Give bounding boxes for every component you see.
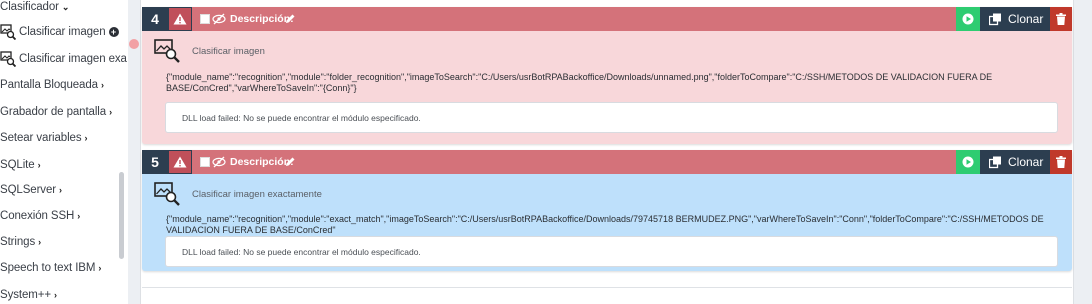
delete-button[interactable]: [1050, 150, 1072, 174]
sidebar-item-sqlite[interactable]: SQLite ›: [0, 155, 41, 175]
trash-icon: [1056, 13, 1066, 25]
sidebar-item-label: Strings: [0, 236, 36, 248]
pencil-icon[interactable]: [285, 13, 296, 24]
clone-icon: [989, 156, 1001, 169]
delete-button[interactable]: [1050, 7, 1072, 31]
main-panel: 4 Descripción: Clonar Clasificar imagen …: [140, 0, 1074, 304]
code-text: {"module_name":"recognition","module":"e…: [166, 214, 1044, 235]
trash-icon: [1056, 156, 1066, 168]
image-search-icon: [0, 51, 16, 67]
clone-icon: [989, 13, 1001, 26]
image-search-icon: [0, 24, 16, 40]
sidebar-item-label: Clasificar imagen: [19, 26, 106, 38]
sidebar: Clasificador ⌄ Clasificar imagen + Clasif…: [0, 0, 128, 304]
clone-button[interactable]: Clonar: [980, 150, 1050, 174]
sidebar-item-label: Conexión SSH: [0, 210, 75, 222]
sidebar-item-setear-variables[interactable]: Setear variables ›: [0, 128, 88, 148]
chevron-right-icon: ›: [77, 211, 81, 221]
chevron-right-icon: ›: [84, 133, 88, 143]
card-body: Clasificar imagen exactamente {"module_n…: [142, 174, 1072, 271]
sidebar-item-label: Pantalla Bloqueada: [0, 79, 98, 91]
sidebar-item-pantalla-bloqueada[interactable]: Pantalla Bloqueada ›: [0, 75, 104, 95]
sidebar-item-grabador-de-pantalla[interactable]: Grabador de pantalla ›: [0, 102, 112, 122]
divider: [142, 287, 1072, 288]
chevron-right-icon: ›: [38, 237, 41, 247]
image-search-icon: [154, 182, 180, 206]
sidebar-item-clasificar-imagen[interactable]: Clasificar imagen +: [0, 22, 119, 42]
sidebar-item-label: Clasificar imagen exa: [19, 53, 127, 65]
warning-button[interactable]: [168, 7, 192, 31]
sidebar-item-strings[interactable]: Strings ›: [0, 232, 41, 252]
action-card: 4 Descripción: Clonar Clasificar imagen …: [142, 7, 1072, 144]
eye-slash-icon[interactable]: [212, 12, 226, 26]
eye-slash-icon[interactable]: [212, 155, 226, 169]
sidebar-item-label: Speech to text IBM: [0, 262, 96, 274]
status-dot: [129, 39, 139, 49]
action-card: 5 Descripción: Clonar Clasificar imagen …: [142, 150, 1072, 271]
add-circle-icon[interactable]: +: [108, 27, 119, 37]
sidebar-item-conexion-ssh[interactable]: Conexión SSH ›: [0, 206, 80, 226]
play-button[interactable]: [956, 7, 980, 31]
sidebar-item-clasificar-imagen-exacta[interactable]: Clasificar imagen exa: [0, 49, 127, 69]
chevron-right-icon: ›: [37, 160, 41, 170]
play-icon: [962, 156, 974, 168]
chevron-right-icon: ›: [53, 290, 57, 300]
pencil-icon[interactable]: [285, 156, 296, 167]
sidebar-item-label: System++: [0, 289, 51, 301]
sidebar-item-label: SQLServer: [0, 184, 56, 196]
select-checkbox[interactable]: [200, 14, 210, 24]
warning-icon: [173, 156, 187, 168]
play-icon: [962, 13, 974, 25]
step-number: 5: [142, 150, 168, 174]
chevron-right-icon: ›: [58, 185, 62, 195]
chevron-right-icon: ›: [109, 107, 112, 117]
sidebar-scrollbar[interactable]: [119, 172, 124, 259]
code-text: {"module_name":"recognition","module":"f…: [166, 72, 993, 93]
sidebar-item-clasificador[interactable]: Clasificador ⌄: [0, 0, 69, 17]
sidebar-item-label: SQLite: [0, 159, 35, 171]
warning-button[interactable]: [168, 150, 192, 174]
sidebar-item-label: Grabador de pantalla: [0, 106, 107, 118]
card-title: Clasificar imagen: [192, 46, 265, 57]
step-number: 4: [142, 7, 168, 31]
sidebar-item-label: Setear variables: [0, 132, 82, 144]
card-header: 4 Descripción: Clonar: [142, 7, 1072, 31]
chevron-down-icon: ⌄: [61, 2, 70, 12]
sidebar-item-sqlserver[interactable]: SQLServer ›: [0, 180, 62, 200]
card-header: 5 Descripción: Clonar: [142, 150, 1072, 174]
sidebar-item-system-plus[interactable]: System++ ›: [0, 285, 57, 304]
chevron-right-icon: ›: [100, 80, 104, 90]
play-button[interactable]: [956, 150, 980, 174]
warning-icon: [173, 13, 187, 25]
image-search-icon: [154, 39, 180, 63]
chevron-right-icon: ›: [98, 263, 102, 273]
sidebar-item-label: Clasificador: [0, 1, 59, 13]
error-message: DLL load failed: No se puede encontrar e…: [165, 102, 1058, 133]
card-title: Clasificar imagen exactamente: [192, 189, 322, 200]
card-body: Clasificar imagen {"module_name":"recogn…: [142, 31, 1072, 144]
error-message: DLL load failed: No se puede encontrar e…: [165, 236, 1058, 267]
clone-label: Clonar: [1008, 12, 1044, 26]
select-checkbox[interactable]: [200, 157, 210, 167]
sidebar-item-speech-to-text-ibm[interactable]: Speech to text IBM ›: [0, 258, 101, 278]
clone-label: Clonar: [1008, 155, 1044, 169]
clone-button[interactable]: Clonar: [980, 7, 1050, 31]
